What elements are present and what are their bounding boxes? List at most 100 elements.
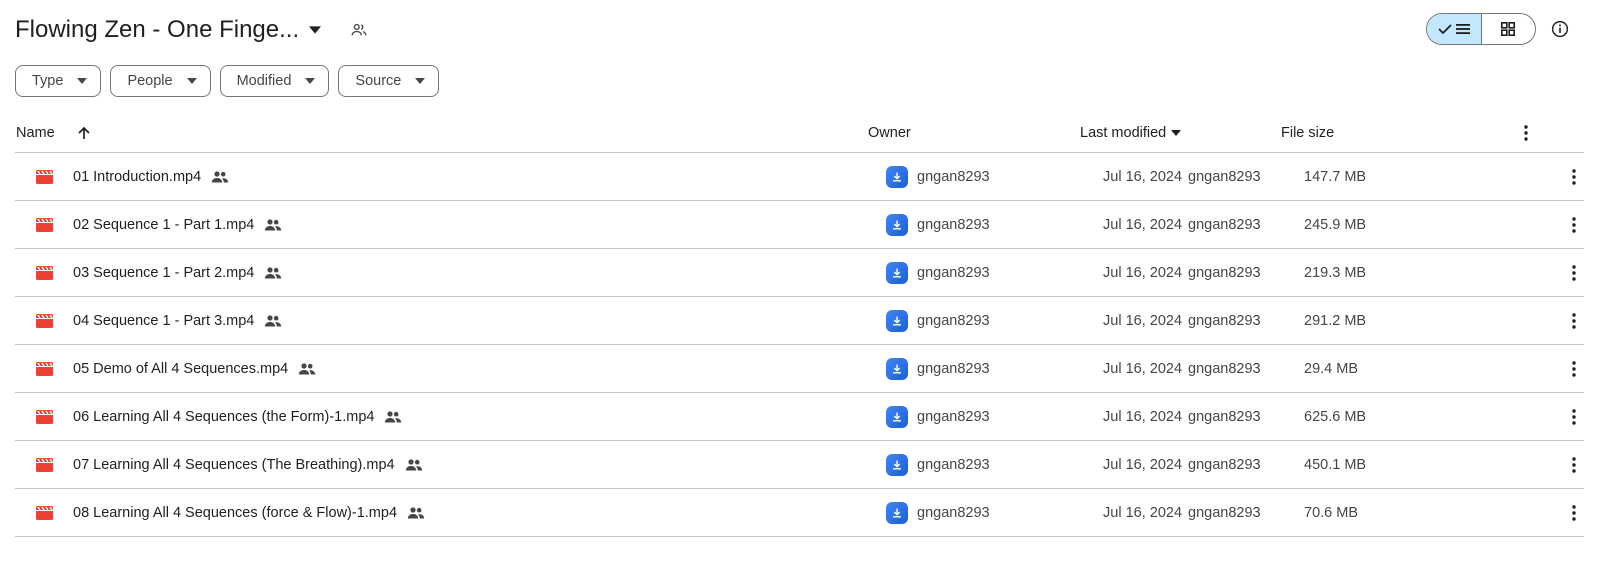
filter-type-chip[interactable]: Type <box>15 65 102 97</box>
download-avatar-icon <box>886 214 908 236</box>
modified-date: Jul 16, 2024 <box>1103 169 1183 185</box>
download-avatar-icon <box>886 406 908 428</box>
file-name[interactable]: 03 Sequence 1 - Part 2.mp4 <box>73 265 254 281</box>
more-options-icon[interactable] <box>1563 201 1585 249</box>
file-name[interactable]: 01 Introduction.mp4 <box>73 169 201 185</box>
column-header-last-modified[interactable]: Last modified <box>1080 113 1182 153</box>
filter-chips: Type People Modified Source <box>15 65 440 97</box>
table-row[interactable]: 01 Introduction.mp4 gngan8293 Jul 16, 20… <box>15 153 1584 201</box>
owner-name: gngan8293 <box>917 217 990 233</box>
owner-name: gngan8293 <box>917 265 990 281</box>
video-file-icon <box>15 249 73 297</box>
name-cell: 02 Sequence 1 - Part 1.mp4 <box>15 201 282 249</box>
owner-cell: gngan8293 <box>886 153 990 201</box>
video-file-icon <box>15 393 73 441</box>
owner-cell: gngan8293 <box>886 297 990 345</box>
file-size: 450.1 MB <box>1304 457 1367 473</box>
folder-menu-caret-icon[interactable] <box>301 16 329 44</box>
file-name[interactable]: 06 Learning All 4 Sequences (the Form)-1… <box>73 409 374 425</box>
video-file-icon <box>15 153 73 201</box>
shared-people-icon <box>407 507 425 519</box>
more-options-icon[interactable] <box>1563 249 1585 297</box>
folder-header: Flowing Zen - One Finge... <box>15 10 373 50</box>
shared-people-icon <box>264 267 282 279</box>
owner-name: gngan8293 <box>917 313 990 329</box>
header-more-options-icon[interactable] <box>1515 113 1537 153</box>
grid-icon <box>1501 22 1516 36</box>
owner-name: gngan8293 <box>917 505 990 521</box>
last-modified-cell: Jul 16, 2024 gngan8293 <box>1103 249 1261 297</box>
shared-people-icon <box>264 315 282 327</box>
filter-source-label: Source <box>355 73 402 89</box>
name-cell: 03 Sequence 1 - Part 2.mp4 <box>15 249 282 297</box>
folder-title[interactable]: Flowing Zen - One Finge... <box>15 16 299 44</box>
modified-by: gngan8293 <box>1188 409 1261 425</box>
table-row[interactable]: 04 Sequence 1 - Part 3.mp4 gngan8293 Jul… <box>15 297 1584 345</box>
download-avatar-icon <box>886 166 908 188</box>
file-name[interactable]: 05 Demo of All 4 Sequences.mp4 <box>73 361 288 377</box>
file-size: 625.6 MB <box>1304 409 1367 425</box>
chevron-down-icon <box>305 78 316 84</box>
more-options-icon[interactable] <box>1563 297 1585 345</box>
file-name[interactable]: 07 Learning All 4 Sequences (The Breathi… <box>73 457 395 473</box>
table-row[interactable]: 07 Learning All 4 Sequences (The Breathi… <box>15 441 1584 489</box>
file-name[interactable]: 08 Learning All 4 Sequences (force & Flo… <box>73 505 397 521</box>
more-options-icon[interactable] <box>1563 441 1585 489</box>
last-modified-cell: Jul 16, 2024 gngan8293 <box>1103 345 1261 393</box>
file-size-cell: 70.6 MB <box>1304 489 1358 537</box>
shared-people-icon <box>405 459 423 471</box>
modified-date: Jul 16, 2024 <box>1103 265 1183 281</box>
last-modified-cell: Jul 16, 2024 gngan8293 <box>1103 441 1261 489</box>
shared-people-icon <box>298 363 316 375</box>
modified-date: Jul 16, 2024 <box>1103 409 1183 425</box>
table-row[interactable]: 03 Sequence 1 - Part 2.mp4 gngan8293 Jul… <box>15 249 1584 297</box>
column-header-name[interactable]: Name <box>16 113 91 153</box>
more-options-icon[interactable] <box>1563 489 1585 537</box>
filter-people-chip[interactable]: People <box>110 65 211 97</box>
grid-view-button[interactable] <box>1482 14 1536 44</box>
name-cell: 07 Learning All 4 Sequences (The Breathi… <box>15 441 423 489</box>
column-last-modified-label: Last modified <box>1080 125 1167 141</box>
filter-modified-chip[interactable]: Modified <box>219 65 330 97</box>
more-options-icon[interactable] <box>1563 345 1585 393</box>
table-row[interactable]: 08 Learning All 4 Sequences (force & Flo… <box>15 489 1584 537</box>
sort-arrow-up-icon[interactable] <box>77 126 91 140</box>
owner-name: gngan8293 <box>917 361 990 377</box>
owner-cell: gngan8293 <box>886 489 990 537</box>
column-header-file-size[interactable]: File size <box>1281 113 1334 153</box>
table-row[interactable]: 06 Learning All 4 Sequences (the Form)-1… <box>15 393 1584 441</box>
chevron-down-icon <box>77 78 88 84</box>
file-size: 245.9 MB <box>1304 217 1367 233</box>
last-modified-cell: Jul 16, 2024 gngan8293 <box>1103 201 1261 249</box>
more-options-icon[interactable] <box>1563 153 1585 201</box>
column-header-owner[interactable]: Owner <box>868 113 911 153</box>
list-view-button[interactable] <box>1427 14 1482 44</box>
sort-caret-down-icon <box>1171 130 1182 136</box>
file-size: 291.2 MB <box>1304 313 1367 329</box>
owner-cell: gngan8293 <box>886 441 990 489</box>
name-cell: 01 Introduction.mp4 <box>15 153 229 201</box>
file-size-cell: 450.1 MB <box>1304 441 1366 489</box>
file-size-cell: 245.9 MB <box>1304 201 1366 249</box>
owner-name: gngan8293 <box>917 409 990 425</box>
owner-cell: gngan8293 <box>886 249 990 297</box>
table-row[interactable]: 05 Demo of All 4 Sequences.mp4 gngan8293 <box>15 345 1584 393</box>
filter-source-chip[interactable]: Source <box>338 65 440 97</box>
file-name[interactable]: 04 Sequence 1 - Part 3.mp4 <box>73 313 254 329</box>
info-icon[interactable] <box>1546 15 1574 43</box>
modified-by: gngan8293 <box>1188 505 1261 521</box>
list-icon <box>1455 24 1470 34</box>
table-header: Name Owner Last modified File size <box>15 113 1584 153</box>
shared-people-icon <box>211 171 229 183</box>
file-name[interactable]: 02 Sequence 1 - Part 1.mp4 <box>73 217 254 233</box>
owner-cell: gngan8293 <box>886 393 990 441</box>
check-icon <box>1438 24 1452 35</box>
view-toggle <box>1426 13 1536 45</box>
name-cell: 08 Learning All 4 Sequences (force & Flo… <box>15 489 425 537</box>
chevron-down-icon <box>186 78 197 84</box>
shared-folder-icon[interactable] <box>345 16 373 44</box>
table-row[interactable]: 02 Sequence 1 - Part 1.mp4 gngan8293 Jul… <box>15 201 1584 249</box>
file-size-cell: 29.4 MB <box>1304 345 1358 393</box>
file-size-cell: 147.7 MB <box>1304 153 1366 201</box>
more-options-icon[interactable] <box>1563 393 1585 441</box>
